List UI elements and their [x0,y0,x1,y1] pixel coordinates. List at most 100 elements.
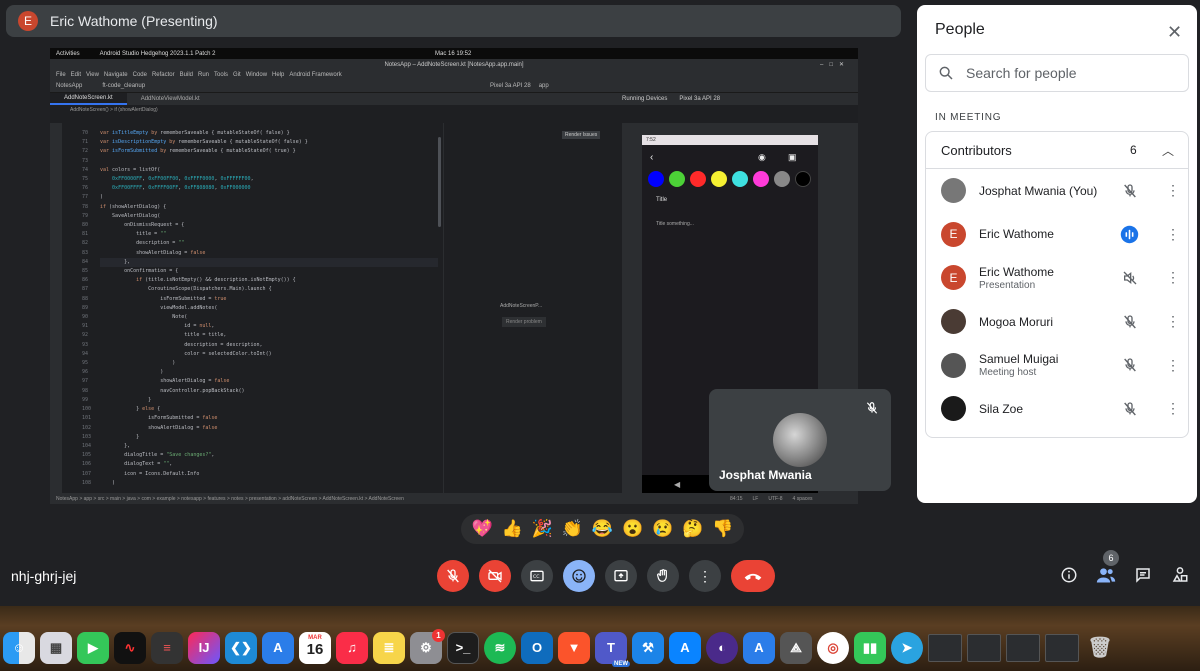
emoji-reactions-button[interactable] [563,560,595,592]
search-people-input[interactable]: Search for people [925,54,1189,92]
reaction-heart[interactable]: 💖 [471,519,492,539]
raise-hand-button[interactable] [647,560,679,592]
chat-button[interactable] [1132,564,1154,586]
phone-desc-placeholder: Title something... [656,221,694,227]
tab-device-pixel: Pixel 3a API 28 [679,96,721,102]
ide-menu-bar: File Edit View Navigate Code Refactor Bu… [50,70,858,79]
reaction-party[interactable]: 🎉 [532,519,553,539]
more-vert-icon[interactable]: ⋮ [1166,269,1180,286]
finder-icon[interactable]: ☺ [3,631,35,664]
menu-view: View [86,71,99,78]
avatar [941,352,966,378]
system-settings-icon[interactable]: ⚙ 1 [410,628,445,664]
present-screen-button[interactable] [605,560,637,592]
reaction-sad[interactable]: 😢 [652,519,673,539]
minimized-window[interactable] [967,633,1001,662]
participant-subtitle: Meeting host [979,367,1037,379]
mic-off-icon [1124,358,1136,372]
meeting-code: nhj-ghrj-jej [11,568,77,584]
telegram-icon[interactable]: ➤ [891,631,923,664]
self-video-tile[interactable]: Josphat Mwania [709,389,891,491]
more-options-button[interactable]: ⋮ [689,560,721,592]
teams-icon[interactable]: T NEW [595,631,630,667]
vscode-icon[interactable]: ❮❯ [225,631,257,664]
color-swatch [732,171,748,187]
editor-tabs: AddNoteScreen.kt AddNoteViewModel.kt Run… [50,93,858,105]
close-icon[interactable]: ✕ [1167,22,1182,43]
more-vert-icon[interactable]: ⋮ [1166,182,1180,199]
presenter-avatar: E [18,11,38,31]
status-encoding: UTF-8 [768,495,783,502]
phone-status-bar: 7:52 [642,135,818,145]
people-button[interactable]: 6 [1095,550,1119,586]
database-icon[interactable]: ≡ [151,631,183,664]
contributors-label: Contributors [941,142,1012,158]
music-icon[interactable]: ♫ [336,631,368,664]
avatar [941,396,966,422]
meeting-info-button[interactable] [1058,564,1080,586]
code-breadcrumb: AddNoteScreen() > if (showAlertDialog) [50,105,858,114]
presenter-label: Eric Wathome (Presenting) [50,13,218,29]
tor-browser-icon[interactable]: ◐ [706,631,738,664]
reaction-laugh[interactable]: 😂 [592,519,613,539]
editor-scrollbar [438,137,441,227]
more-vert-icon[interactable]: ⋮ [1166,313,1180,330]
reaction-thinking[interactable]: 🤔 [682,519,703,539]
xcode-instruments-icon[interactable]: A [262,631,294,664]
spotify-icon[interactable]: ≋ [484,631,516,664]
activities-button[interactable] [1169,564,1191,586]
color-swatch [669,171,685,187]
contributors-card: Contributors 6 ︿ Josphat Mwania (You) ⋮ … [925,131,1189,438]
color-swatch [753,171,769,187]
menu-tools: Tools [214,71,229,78]
minimized-window[interactable] [1045,633,1079,662]
tab-addnoteviewmodel: AddNoteViewModel.kt [140,96,200,102]
device-toolbar [622,123,858,133]
leave-call-button[interactable] [731,560,775,592]
numbers-icon[interactable]: ▮▮ [854,631,886,664]
reaction-thumbs-up[interactable]: 👍 [502,519,523,539]
people-panel: People ✕ Search for people IN MEETING Co… [917,5,1197,503]
in-meeting-label: IN MEETING [935,112,1002,123]
terminal-icon[interactable]: >_ [447,631,479,664]
avatar [773,413,827,467]
mic-off-icon [866,402,878,414]
launchpad-icon[interactable]: ▦ [40,631,72,664]
participant-row: E Eric Wathome Presentation ⋮ [926,256,1188,300]
menu-android-framework: Android Framework [289,71,342,78]
reaction-surprised[interactable]: 😮 [622,519,643,539]
instruments-icon[interactable]: ⟁ [780,631,812,664]
xcode-icon[interactable]: ⚒ [632,631,664,664]
minimized-window[interactable] [928,633,962,662]
camera-toggle-button[interactable] [479,560,511,592]
voice-memos-icon[interactable]: ∿ [114,631,146,664]
camera-off-icon [488,569,502,583]
menu-code: Code [132,71,147,78]
tab-running-devices: Running Devices [622,96,668,102]
simulator-icon[interactable]: A [743,631,775,664]
mic-toggle-button[interactable] [437,560,469,592]
menu-window: Window [245,71,268,78]
ide-toolbar: NotesApp ft-code_cleanup Pixel 3a API 28… [50,79,858,93]
captions-button[interactable]: CC [521,560,553,592]
intellij-icon[interactable]: IJ [188,631,220,664]
brave-icon[interactable]: ▼ [558,631,590,664]
trash-icon[interactable]: 🗑 [1084,632,1116,664]
facetime-icon[interactable]: ▶ [77,631,109,664]
minimized-window[interactable] [1006,633,1040,662]
notes-icon[interactable]: ≣ [373,631,405,664]
captions-icon: CC [530,570,544,582]
calendar-icon[interactable]: MAR 16 [299,631,331,664]
svg-text:CC: CC [533,574,540,580]
outlook-icon[interactable]: O [521,631,553,664]
chrome-icon[interactable]: ◎ [817,631,849,664]
status-position: 84:15 [730,495,743,502]
more-vert-icon[interactable]: ⋮ [1166,357,1180,374]
app-store-icon[interactable]: A [669,631,701,664]
more-vert-icon[interactable]: ⋮ [1166,226,1180,243]
reaction-thumbs-down[interactable]: 👎 [712,519,733,539]
contributors-header[interactable]: Contributors 6 ︿ [926,132,1188,169]
reaction-clap[interactable]: 👏 [562,519,583,539]
more-vert-icon[interactable]: ⋮ [1166,400,1180,417]
project-selector: NotesApp [56,82,83,89]
